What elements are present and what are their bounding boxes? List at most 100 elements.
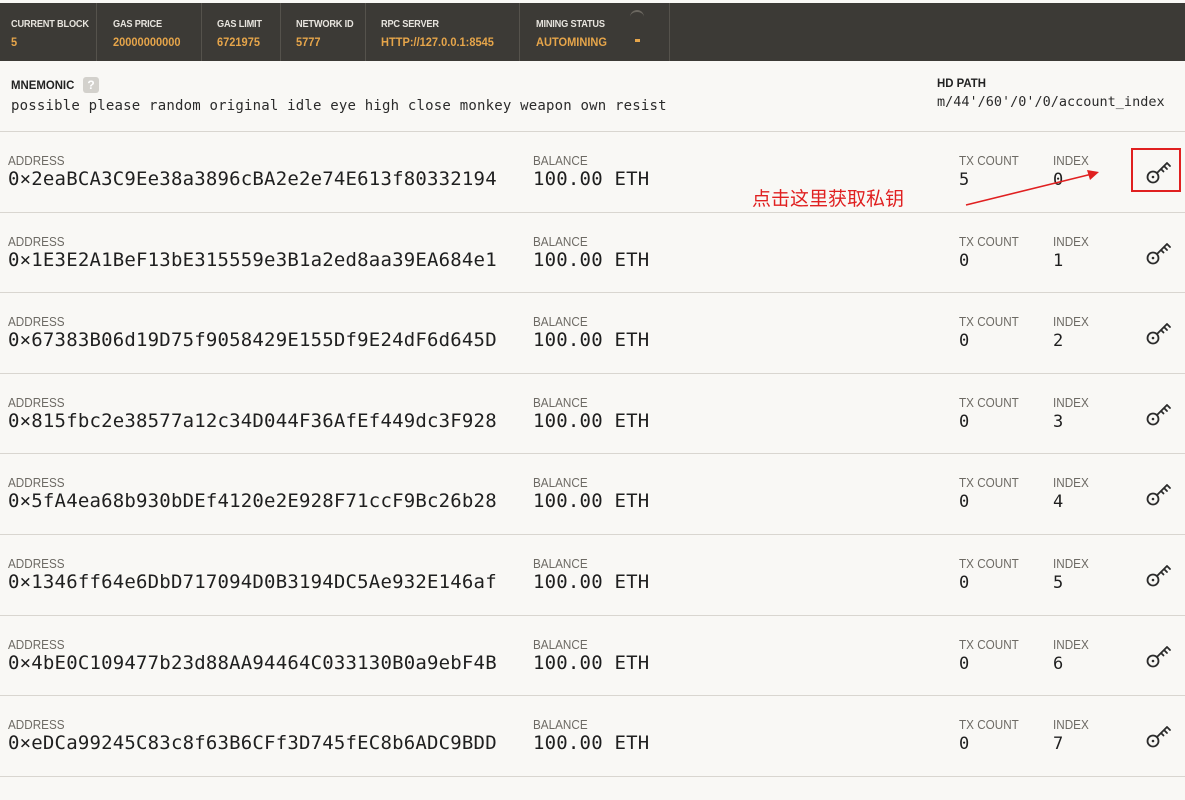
mnemonic-section: MNEMONIC ? possible please random origin… (0, 61, 1185, 132)
hd-path-value: m/44'/60'/0'/0/account_index (937, 94, 1165, 110)
account-index: 2 (1053, 331, 1064, 352)
stat-network-id: NETWORK ID 5777 (281, 3, 366, 61)
stat-label: NETWORK ID (296, 19, 354, 30)
key-icon[interactable] (1144, 237, 1174, 267)
index-label: INDEX (1053, 717, 1089, 733)
address-label: ADDRESS (8, 153, 65, 168)
account-tx-count: 0 (959, 250, 970, 271)
account-address: 0×67383B06d19D75f9058429E155Df9E24dF6d64… (8, 329, 497, 352)
index-label: INDEX (1053, 233, 1089, 249)
stat-value: 6721975 (217, 35, 260, 49)
stat-current-block: CURRENT BLOCK 5 (0, 3, 97, 61)
index-label: INDEX (1053, 394, 1089, 410)
account-index: 6 (1053, 653, 1064, 674)
stat-gas-limit: GAS LIMIT 6721975 (202, 3, 281, 61)
account-index: 5 (1053, 572, 1064, 593)
tx-count-label: TX COUNT (959, 636, 1019, 652)
stat-label: CURRENT BLOCK (11, 19, 89, 30)
key-icon[interactable] (1144, 640, 1174, 670)
account-row[interactable]: ADDRESS 0×67383B06d19D75f9058429E155Df9E2… (0, 293, 1185, 374)
account-balance: 100.00 ETH (533, 732, 650, 755)
address-label: ADDRESS (8, 475, 65, 491)
account-balance: 100.00 ETH (533, 248, 650, 271)
account-tx-count: 0 (959, 411, 970, 432)
tx-count-label: TX COUNT (959, 717, 1019, 733)
address-label: ADDRESS (8, 555, 65, 571)
stat-mining-status: MINING STATUS AUTOMINING (520, 3, 670, 61)
balance-label: BALANCE (533, 314, 588, 330)
hd-path-label: HD PATH (937, 76, 986, 90)
tx-count-label: TX COUNT (959, 555, 1019, 571)
account-tx-count: 0 (959, 331, 970, 352)
account-row[interactable]: ADDRESS 0×5fA4ea68b930bDEf4120e2E928F71cc… (0, 454, 1185, 535)
stat-value: 5 (11, 35, 18, 49)
account-balance: 100.00 ETH (533, 651, 650, 674)
account-address: 0×5fA4ea68b930bDEf4120e2E928F71ccF9Bc26b… (8, 490, 497, 513)
account-address: 0×1346ff64e6DbD717094D0B3194DC5Ae932E146… (8, 570, 497, 593)
annotation-highlight-box (1131, 148, 1181, 192)
account-address: 0×815fbc2e38577a12c34D044F36AfEf449dc3F9… (8, 409, 497, 432)
account-index: 3 (1053, 411, 1064, 432)
account-address: 0×1E3E2A1BeF13bE315559e3B1a2ed8aa39EA684… (8, 248, 497, 271)
index-label: INDEX (1053, 636, 1089, 652)
account-index: 1 (1053, 250, 1064, 271)
mining-spinner-icon (630, 10, 646, 44)
account-balance: 100.00 ETH (533, 409, 650, 432)
index-label: INDEX (1053, 475, 1089, 491)
stat-value: 20000000000 (113, 35, 181, 49)
stat-gas-price: GAS PRICE 20000000000 (97, 3, 202, 61)
balance-label: BALANCE (533, 394, 588, 410)
address-label: ADDRESS (8, 314, 65, 330)
account-address: 0×2eaBCA3C9Ee38a3896cBA2e2e74E613f803321… (8, 168, 497, 190)
mnemonic-words: possible please random original idle eye… (11, 98, 667, 114)
account-balance: 100.00 ETH (533, 168, 650, 190)
balance-label: BALANCE (533, 555, 588, 571)
stat-label: GAS LIMIT (217, 19, 262, 30)
account-index: 7 (1053, 734, 1064, 755)
question-icon[interactable]: ? (83, 77, 99, 93)
annotation-arrow-icon (965, 170, 1099, 206)
account-row[interactable]: ADDRESS 0×1E3E2A1BeF13bE315559e3B1a2ed8aa… (0, 213, 1185, 294)
key-icon[interactable] (1144, 720, 1174, 750)
balance-label: BALANCE (533, 475, 588, 491)
account-tx-count: 0 (959, 572, 970, 593)
key-icon[interactable] (1144, 559, 1174, 589)
key-icon[interactable] (1144, 398, 1174, 428)
balance-label: BALANCE (533, 233, 588, 249)
balance-label: BALANCE (533, 153, 588, 168)
account-address: 0×eDCa99245C83c8f63B6CFf3D745fEC8b6ADC9B… (8, 732, 497, 755)
stat-value: 5777 (296, 35, 321, 49)
tx-count-label: TX COUNT (959, 314, 1019, 330)
account-address: 0×4bE0C109477b23d88AA94464C033130B0a9ebF… (8, 651, 497, 674)
stat-value: HTTP://127.0.0.1:8545 (381, 35, 494, 49)
account-tx-count: 0 (959, 653, 970, 674)
stat-rpc-server: RPC SERVER HTTP://127.0.0.1:8545 (366, 3, 520, 61)
annotation-text: 点击这里获取私钥 (752, 188, 905, 210)
address-label: ADDRESS (8, 636, 65, 652)
tx-count-label: TX COUNT (959, 233, 1019, 249)
account-tx-count: 0 (959, 734, 970, 755)
account-balance: 100.00 ETH (533, 490, 650, 513)
tx-count-label: TX COUNT (959, 394, 1019, 410)
stat-label: RPC SERVER (381, 19, 439, 30)
address-label: ADDRESS (8, 717, 65, 733)
balance-label: BALANCE (533, 717, 588, 733)
key-icon[interactable] (1144, 317, 1174, 347)
account-row[interactable]: ADDRESS 0×4bE0C109477b23d88AA94464C033130… (0, 616, 1185, 697)
account-balance: 100.00 ETH (533, 329, 650, 352)
status-bar: CURRENT BLOCK 5 GAS PRICE 20000000000 GA… (0, 3, 1185, 61)
account-row[interactable]: ADDRESS 0×1346ff64e6DbD717094D0B3194DC5Ae… (0, 535, 1185, 616)
key-icon[interactable] (1144, 478, 1174, 508)
index-label: INDEX (1053, 555, 1089, 571)
account-row[interactable]: ADDRESS 0×eDCa99245C83c8f63B6CFf3D745fEC8… (0, 696, 1185, 777)
account-row[interactable]: ADDRESS 0×815fbc2e38577a12c34D044F36AfEf4… (0, 374, 1185, 455)
balance-label: BALANCE (533, 636, 588, 652)
mnemonic-label: MNEMONIC (11, 78, 75, 92)
address-label: ADDRESS (8, 394, 65, 410)
stat-label: GAS PRICE (113, 19, 162, 30)
account-tx-count: 0 (959, 492, 970, 513)
address-label: ADDRESS (8, 233, 65, 249)
account-balance: 100.00 ETH (533, 570, 650, 593)
index-label: INDEX (1053, 314, 1089, 330)
account-list: ADDRESS 0×2eaBCA3C9Ee38a3896cBA2e2e74E613… (0, 132, 1185, 777)
